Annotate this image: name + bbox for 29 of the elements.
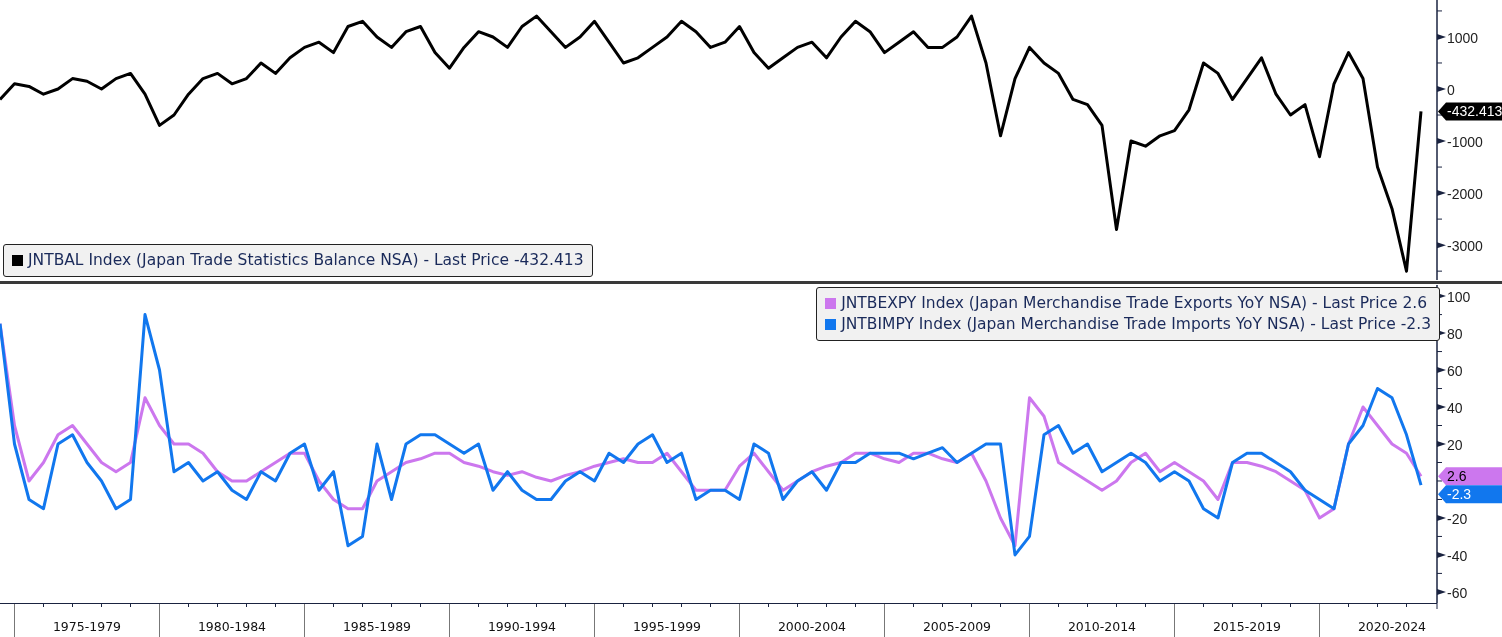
axis-label: 40	[1447, 400, 1463, 416]
axis-label: -60	[1447, 584, 1468, 601]
axis-label: -20	[1447, 510, 1468, 527]
axis-label: -3000	[1447, 238, 1483, 255]
axis-label: 2005-2009	[922, 619, 992, 634]
axis-label: 20	[1447, 437, 1463, 453]
axis-label: 60	[1447, 363, 1463, 380]
axis-label: 2020-2024	[1357, 619, 1427, 634]
axis-label: -40	[1447, 547, 1468, 564]
last-price-tag: -432.413	[1438, 102, 1502, 121]
axis-label: 100	[1447, 289, 1471, 306]
axis-label: 2015-2019	[1212, 619, 1282, 634]
legend-entry: JNTBAL Index (Japan Trade Statistics Balance NSA) - Last Price -432.413	[28, 250, 584, 271]
last-price-tag: -2.3	[1438, 485, 1502, 504]
axis-label: 1990-1994	[487, 619, 557, 634]
legend-entry: JNTBEXPY Index (Japan Merchandise Trade Exports YoY NSA) - Last Price 2.6	[841, 293, 1428, 314]
axis-label: -1000	[1447, 134, 1483, 151]
last-price-tag: 2.6	[1438, 467, 1502, 486]
axis-label: 0	[1447, 82, 1455, 98]
axis-label: 1000	[1447, 29, 1479, 46]
axis-label: 1975-1979	[52, 619, 122, 634]
axis-label: 1995-1999	[632, 619, 702, 634]
axis-label: 80	[1447, 326, 1463, 343]
axis-label: 1985-1989	[342, 619, 412, 634]
axis-label: 2000-2004	[777, 619, 847, 634]
axis-label: -2000	[1447, 186, 1483, 203]
legend-entry: JNTBIMPY Index (Japan Merchandise Trade Imports YoY NSA) - Last Price -2.3	[841, 314, 1431, 335]
axis-label: 1980-1984	[197, 619, 267, 634]
axis-label: 2010-2014	[1067, 619, 1137, 634]
